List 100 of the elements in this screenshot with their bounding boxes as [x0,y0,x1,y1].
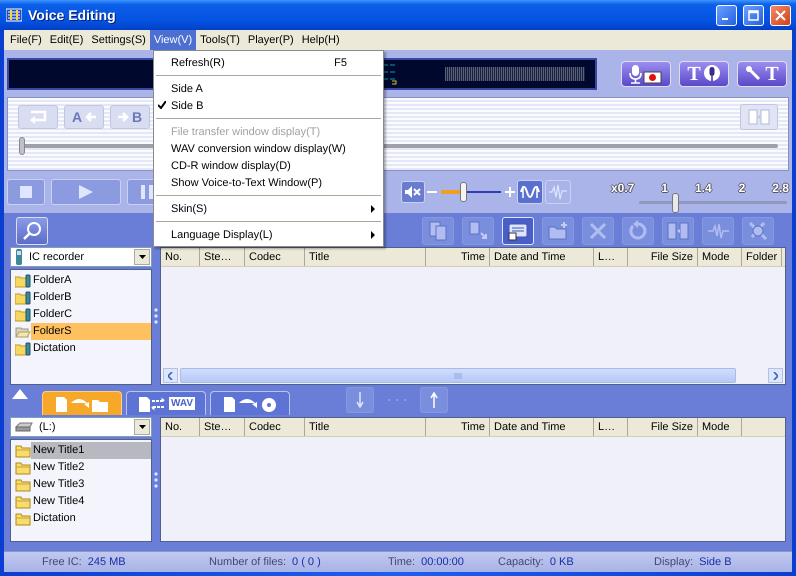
tree-item[interactable]: New Title1 [31,442,151,459]
horizontal-scrollbar[interactable] [161,367,785,384]
tree-item[interactable]: New Title4 [31,493,151,510]
volume-slider-thumb[interactable] [460,182,468,202]
menu-option[interactable]: Side B [154,97,383,114]
minimize-button[interactable] [716,4,737,26]
column-header[interactable]: Ste… [200,418,245,436]
chevron-right-icon [773,372,778,380]
voice-button[interactable] [621,61,671,87]
chevron-left-icon [168,372,173,380]
menu-item[interactable]: Edit(E) [46,30,88,50]
column-header[interactable]: Date and Time [490,248,594,266]
column-header[interactable]: No. [161,248,200,266]
stop-button[interactable] [7,179,45,205]
move-up-button[interactable] [420,387,448,413]
drive-icon [15,422,33,432]
column-header[interactable]: Codec [245,418,305,436]
tree-item[interactable]: Dictation [31,510,151,527]
column-header[interactable]: Title [305,418,426,436]
status-label: Free IC: [42,556,82,568]
window-title: Voice Editing [28,7,117,23]
column-header[interactable]: File Size [628,418,698,436]
mute-button[interactable] [401,181,425,203]
speed-label: x0.7 [611,180,634,194]
scroll-left-button[interactable] [163,368,178,383]
scroll-right-button[interactable] [768,368,783,383]
column-header[interactable]: No. [161,418,200,436]
column-header[interactable]: Title [305,248,426,266]
column-header[interactable]: Mode [698,418,742,436]
source-dropdown[interactable]: (L:) [10,417,152,437]
seven-segment-drawing [381,63,399,85]
splitter-handle-icon[interactable] [154,472,158,488]
folder-icon [15,478,31,492]
speed-label: 1 [661,180,668,194]
move-down-button[interactable] [346,387,374,413]
folder-icon [15,494,31,508]
noise-filter-button[interactable] [517,180,543,204]
speed-slider-thumb[interactable] [672,192,679,212]
voice-button[interactable]: T [737,61,787,87]
speed-label: 2 [738,180,746,194]
transfer-tab[interactable] [42,391,122,415]
transfer-tab[interactable] [210,391,290,415]
maximize-icon [748,10,759,20]
file-to-folder-icon [54,394,110,412]
position-slider-thumb[interactable] [19,137,25,155]
menu-option[interactable]: Show Voice-to-Text Window(P) [154,174,383,191]
menu-item[interactable]: Tools(T) [196,30,244,50]
tree-item[interactable]: FolderA [31,272,151,289]
recorder-folder-icon [15,290,31,304]
microphone-record-icon [629,64,663,84]
column-header[interactable]: L… [594,418,628,436]
column-header[interactable]: Time [426,418,490,436]
status-label: Number of files: [209,556,286,568]
stop-icon [20,186,32,198]
dropdown-arrow-icon [138,255,146,259]
menu-option[interactable]: WAV conversion window display(W) [154,140,383,157]
close-button[interactable] [770,4,791,26]
tree-item[interactable]: FolderB [31,289,151,306]
column-header[interactable]: L… [594,248,628,266]
status-label: Capacity: [498,556,544,568]
minimize-icon [722,18,728,20]
splitter-handle-icon[interactable] [154,308,158,324]
microphone-icon [702,64,721,84]
split-file-button[interactable] [740,104,778,130]
tree-item[interactable]: New Title2 [31,459,151,476]
folder-icon [15,444,31,458]
column-header[interactable]: Ste… [200,248,245,266]
scrollbar-thumb[interactable] [180,368,736,383]
search-button[interactable] [16,217,48,245]
column-header[interactable]: Mode [698,248,742,266]
play-button[interactable] [51,179,121,205]
tree-item[interactable]: New Title3 [31,476,151,493]
tree-item[interactable]: Dictation [31,340,151,357]
column-header[interactable]: Time [426,248,490,266]
menu-option[interactable]: Language Display(L) [154,226,383,243]
voice-button[interactable]: T [679,61,729,87]
recorder-folder-icon [15,274,31,288]
maximize-button[interactable] [743,4,764,26]
column-header[interactable]: Folder [742,248,782,266]
dropdown-arrow-icon [138,425,146,429]
menu-option[interactable]: Skin(S) [154,200,383,217]
column-header[interactable]: Codec [245,248,305,266]
menu-item[interactable]: Settings(S) [87,30,150,50]
source-dropdown[interactable]: IC recorder [10,247,152,267]
collapse-triangle-icon[interactable] [12,389,28,399]
menu-option[interactable]: CD-R window display(D) [154,157,383,174]
menu-option[interactable]: Refresh(R) F5 [154,54,383,71]
menu-item[interactable]: Help(H) [298,30,344,50]
transfer-tab[interactable]: WAV [126,391,206,415]
menu-item[interactable]: Player(P) [244,30,298,50]
waveform-icon [520,184,540,200]
file-convert-icon [136,394,167,412]
tree-item[interactable]: FolderC [31,306,151,323]
menu-option[interactable]: Side A [154,80,383,97]
tree-item[interactable]: FolderS [31,323,151,340]
column-header[interactable]: Date and Time [490,418,594,436]
column-header[interactable]: File Size [628,248,698,266]
menu-item[interactable]: File(F) [6,30,46,50]
search-icon [22,221,42,241]
menu-item[interactable]: View(V) [150,30,196,50]
